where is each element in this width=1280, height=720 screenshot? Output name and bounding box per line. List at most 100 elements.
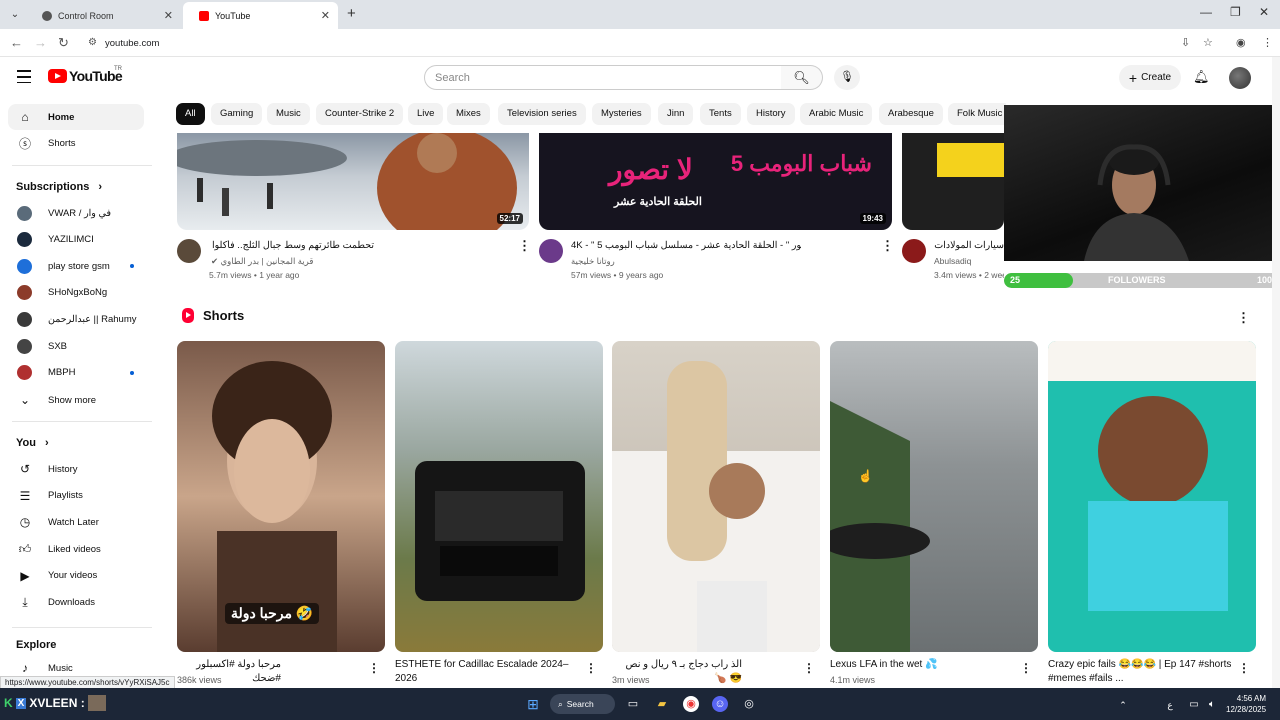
you-heading[interactable]: You ›: [16, 437, 49, 449]
sidebar-item-your-videos[interactable]: ▶ Your videos: [8, 563, 144, 589]
tray-chevron-up-icon[interactable]: ⌃: [1115, 697, 1131, 713]
short-thumbnail[interactable]: [1048, 341, 1256, 652]
channel-name[interactable]: Abulsadiq: [934, 256, 1004, 266]
chip-all[interactable]: All: [176, 103, 205, 125]
more-actions-icon[interactable]: ⋮: [1020, 661, 1032, 675]
close-tab-icon[interactable]: ✕: [321, 9, 330, 22]
sidebar-item-home[interactable]: ⌂ Home: [8, 104, 144, 130]
sidebar-show-more[interactable]: ⌄ Show more: [8, 387, 144, 413]
chip-arabic-music[interactable]: Arabic Music: [800, 103, 873, 125]
taskbar-search[interactable]: ⌕ Search: [550, 694, 615, 714]
avatar[interactable]: [1229, 67, 1251, 89]
sidebar-subscription-item[interactable]: عبدالرحمن || Rahumy: [8, 306, 144, 332]
channel-name[interactable]: روتانا خليجية: [571, 256, 615, 267]
sidebar-subscription-item[interactable]: VWAR / في وار: [8, 200, 144, 226]
language-indicator-icon[interactable]: ع: [1162, 697, 1178, 713]
url-field[interactable]: ⚙ youtube.com: [83, 32, 1223, 54]
sidebar-item-liked-videos[interactable]: 👍︎ Liked videos: [8, 536, 144, 562]
sidebar-subscription-item[interactable]: MBPH: [8, 360, 144, 386]
chip-mixes[interactable]: Mixes: [447, 103, 490, 125]
channel-avatar[interactable]: [539, 239, 563, 263]
sidebar-subscription-item[interactable]: YAZILIMCI: [8, 227, 144, 253]
restore-icon[interactable]: ❐: [1230, 5, 1241, 19]
reload-icon[interactable]: ↻: [58, 35, 69, 51]
shorts-more-icon[interactable]: ⋮: [1237, 310, 1250, 326]
more-actions-icon[interactable]: ⋮: [881, 238, 894, 254]
discord-icon[interactable]: ☺: [712, 696, 728, 712]
install-app-icon[interactable]: ⇩: [1181, 36, 1190, 49]
sidebar-item-history[interactable]: ↺ History: [8, 456, 144, 482]
chip-jinn[interactable]: Jinn: [658, 103, 694, 125]
start-windows-icon[interactable]: ⊞: [525, 696, 541, 712]
short-thumbnail[interactable]: [395, 341, 603, 652]
video-channel[interactable]: ✔ قرية المجانين | بدر الطاوي: [211, 256, 313, 267]
more-actions-icon[interactable]: ⋮: [585, 661, 597, 675]
short-views: 4.1m views: [830, 675, 876, 685]
video-title[interactable]: تحطمت طائرتهم وسط جبال الثلج.. فأكلوا بع…: [209, 240, 374, 251]
chip-counter-strike-2[interactable]: Counter-Strike 2: [316, 103, 404, 125]
chip-tents[interactable]: Tents: [700, 103, 741, 125]
more-actions-icon[interactable]: ⋮: [368, 661, 380, 675]
back-icon[interactable]: ←: [10, 35, 23, 50]
sidebar-subscription-item[interactable]: play store gsm: [8, 253, 144, 279]
create-button[interactable]: + Create: [1119, 65, 1181, 90]
search-input[interactable]: Search: [424, 65, 782, 90]
chip-gaming[interactable]: Gaming: [211, 103, 263, 125]
sidebar-item-shorts[interactable]: ⓢ Shorts: [8, 130, 144, 156]
tab-control-room[interactable]: Control Room ✕: [26, 2, 181, 29]
more-actions-icon[interactable]: ⋮: [803, 661, 815, 675]
file-explorer-icon[interactable]: ▰: [654, 696, 670, 712]
forward-icon[interactable]: →: [34, 35, 47, 50]
new-tab-icon[interactable]: +: [347, 5, 356, 22]
taskbar-clock[interactable]: 4:56 AM 12/28/2025: [1226, 693, 1266, 715]
short-thumbnail[interactable]: ☝: [830, 341, 1038, 652]
close-window-icon[interactable]: ✕: [1259, 5, 1269, 19]
chip-folk-music[interactable]: Folk Music: [948, 103, 1006, 125]
video-thumbnail[interactable]: [902, 133, 1004, 230]
video-title[interactable]: سيارات المولادات: [934, 240, 1004, 251]
profile-icon[interactable]: ◉: [1236, 36, 1246, 49]
bookmark-star-icon[interactable]: ☆: [1203, 36, 1213, 49]
chip-mysteries[interactable]: Mysteries: [592, 103, 651, 125]
short-title[interactable]: ESTHETE for Cadillac Escalade 2024–2026: [395, 658, 585, 686]
site-info-icon[interactable]: ⚙: [88, 37, 97, 48]
subscriptions-heading[interactable]: Subscriptions ›: [16, 181, 102, 193]
chip-history[interactable]: History: [747, 103, 795, 125]
video-title[interactable]: 4K - " لا تصور " - الحلقة الحادية عشر - …: [571, 240, 801, 251]
short-title[interactable]: Crazy epic fails 😂😂😂 | Ep 147 #shorts #m…: [1048, 658, 1238, 686]
notifications-bell-icon[interactable]: 🔔︎: [1193, 69, 1210, 85]
task-view-icon[interactable]: ▭: [625, 696, 641, 712]
menu-icon[interactable]: [17, 70, 31, 87]
chip-television-series[interactable]: Television series: [498, 103, 586, 125]
short-title[interactable]: Lexus LFA in the wet 💦: [830, 658, 1020, 672]
more-actions-icon[interactable]: ⋮: [518, 238, 531, 254]
sidebar-item-downloads[interactable]: ⤓ Downloads: [8, 590, 144, 616]
minimize-icon[interactable]: —: [1200, 5, 1212, 19]
network-icon[interactable]: ▭: [1186, 697, 1202, 713]
page-scrollbar[interactable]: [1272, 57, 1280, 688]
channel-avatar[interactable]: [902, 239, 926, 263]
chrome-icon[interactable]: ◉: [683, 696, 699, 712]
short-thumbnail[interactable]: [612, 341, 820, 652]
channel-avatar[interactable]: [177, 239, 201, 263]
obs-icon[interactable]: ◎: [741, 696, 757, 712]
chip-arabesque[interactable]: Arabesque: [879, 103, 943, 125]
chip-live[interactable]: Live: [408, 103, 444, 125]
more-actions-icon[interactable]: ⋮: [1238, 661, 1250, 675]
sidebar-subscription-item[interactable]: SHoNgxBoNg: [8, 280, 144, 306]
sidebar-item-watch-later[interactable]: ◷ Watch Later: [8, 509, 144, 535]
sidebar-subscription-item[interactable]: SXB: [8, 333, 144, 359]
tab-youtube[interactable]: YouTube ✕: [183, 2, 338, 29]
youtube-logo[interactable]: YouTube TR: [48, 66, 123, 84]
video-thumbnail[interactable]: 52:17: [177, 133, 529, 230]
browser-menu-icon[interactable]: ⋮: [1262, 36, 1273, 49]
tab-search-chevron-icon[interactable]: ⌄: [6, 6, 24, 24]
chip-music[interactable]: Music: [267, 103, 310, 125]
sidebar-item-playlists[interactable]: ☰ Playlists: [8, 483, 144, 509]
video-thumbnail[interactable]: شباب البومب 5 لا تصور الحلقة الحادية عشر…: [539, 133, 892, 230]
close-tab-icon[interactable]: ✕: [164, 9, 173, 22]
search-icon[interactable]: 🔍︎: [781, 65, 823, 90]
volume-icon[interactable]: 🔈︎: [1204, 697, 1220, 713]
short-thumbnail[interactable]: مرحبا دولة 🤣: [177, 341, 385, 652]
microphone-icon[interactable]: 🎙︎: [834, 65, 860, 90]
